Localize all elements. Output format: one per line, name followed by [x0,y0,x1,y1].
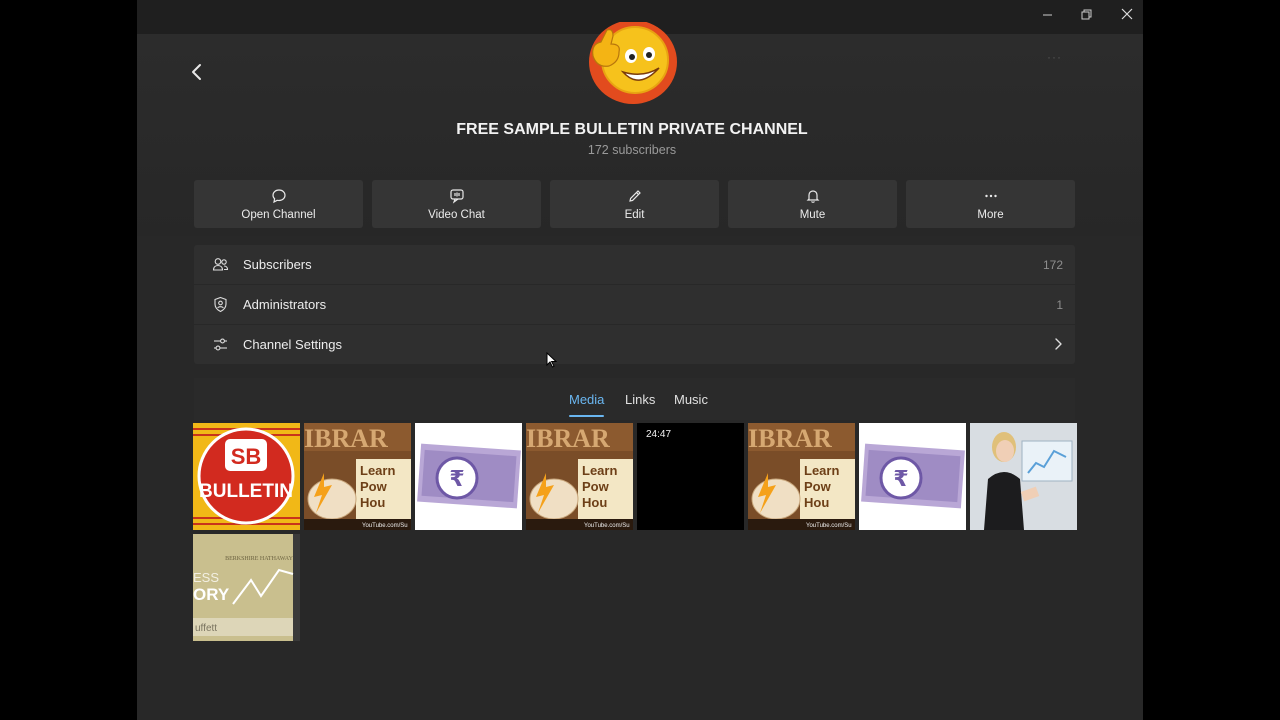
tab-music[interactable]: Music [674,392,708,407]
rupee-thumbnail: ₹ [859,423,966,530]
media-item[interactable]: ₹ [415,423,522,530]
presenter-photo-thumbnail [970,423,1077,530]
channel-info-list: Subscribers 172 Administrators 1 Channel… [194,245,1075,364]
library-line-1: Learn [360,463,395,478]
book-top-text: BERKSHIRE HATHAWAY [225,556,293,562]
minimize-button[interactable] [1027,0,1067,28]
rupee-symbol: ₹ [449,467,464,492]
more-label: More [977,208,1004,221]
administrators-value: 1 [1056,297,1063,312]
edit-button[interactable]: Edit [550,180,719,228]
bulletin-mark: SB [231,444,262,469]
library-line-1: Learn [582,463,617,478]
library-thumbnail: IBRAR Learn Pow Hou YouTube.com/Su [304,423,411,530]
channel-settings-row[interactable]: Channel Settings [194,325,1075,364]
shield-icon [214,296,227,313]
library-line-2: Pow [360,479,388,494]
library-footer: YouTube.com/Su [362,523,408,529]
restore-button[interactable] [1066,0,1106,28]
action-bar: Open Channel Video Chat Edit Mute More [194,180,1075,228]
library-line-3: Hou [582,495,607,510]
video-chat-label: Video Chat [428,208,485,221]
library-line-2: Pow [582,479,610,494]
active-tab-indicator [569,415,604,417]
subscribers-value: 172 [1042,257,1063,272]
tab-links[interactable]: Links [625,392,655,407]
channel-settings-label: Channel Settings [243,337,343,352]
library-line-2: Pow [804,479,832,494]
administrators-row[interactable]: Administrators 1 [194,285,1075,325]
library-footer: YouTube.com/Su [806,523,852,529]
sliders-icon [214,338,227,351]
video-chat-button[interactable]: Video Chat [372,180,541,228]
tab-media[interactable]: Media [569,392,604,407]
close-icon [1121,8,1133,20]
rupee-thumbnail: ₹ [415,423,522,530]
library-top-text: IBRAR [526,424,610,453]
bulletin-text: BULLETIN [199,481,293,502]
media-item[interactable]: SB BULLETIN [193,423,300,530]
more-button[interactable]: More [906,180,1075,228]
mute-button[interactable]: Mute [728,180,897,228]
media-item[interactable]: BERKSHIRE HATHAWAY ESS ORY uffett [193,534,300,641]
bell-icon [806,189,819,203]
channel-avatar[interactable] [587,22,679,108]
back-arrow-icon[interactable] [185,60,209,84]
subscribers-label: Subscribers [243,257,312,272]
open-channel-button[interactable]: Open Channel [194,180,363,228]
people-icon [212,258,229,271]
media-item[interactable]: IBRAR Learn Pow Hou YouTube.com/Su [526,423,633,530]
rupee-symbol: ₹ [893,467,908,492]
book-line-2: ORY [193,585,230,604]
subscriber-count: 172 subscribers [587,143,677,157]
restore-icon [1081,9,1091,19]
more-dots-icon [984,194,997,197]
library-top-text: IBRAR [748,424,832,453]
media-item[interactable]: 24:47 [637,423,744,530]
chevron-right-icon [1055,338,1062,350]
book-thumbnail: BERKSHIRE HATHAWAY ESS ORY uffett [193,534,300,641]
administrators-label: Administrators [243,297,327,312]
bulletin-logo-thumbnail: SB BULLETIN [193,423,300,530]
subscribers-row[interactable]: Subscribers 172 [194,245,1075,285]
library-top-text: IBRAR [304,424,388,453]
library-footer: YouTube.com/Su [584,523,630,529]
media-item[interactable] [970,423,1077,530]
library-thumbnail: IBRAR Learn Pow Hou YouTube.com/Su [526,423,633,530]
media-item[interactable]: IBRAR Learn Pow Hou YouTube.com/Su [748,423,855,530]
edit-label: Edit [624,208,645,221]
video-duration: 24:47 [646,429,672,440]
open-channel-label: Open Channel [241,208,316,221]
video-chat-icon [449,188,464,204]
faint-more-icon: ··· [1047,50,1062,64]
mouse-cursor-icon [546,352,558,368]
channel-title: FREE SAMPLE BULLETIN PRIVATE CHANNEL [456,121,808,138]
library-thumbnail: IBRAR Learn Pow Hou YouTube.com/Su [748,423,855,530]
media-tabs: Media Links Music [194,378,1075,420]
pencil-icon [628,189,641,202]
app-window: ··· FREE SAMPLE BULLETIN PRIVATE CHANNEL… [137,0,1143,720]
book-footer: uffett [195,623,217,634]
chat-bubble-icon [271,188,286,203]
book-line-1: ESS [193,570,219,585]
library-line-3: Hou [360,495,385,510]
library-line-3: Hou [804,495,829,510]
library-line-1: Learn [804,463,839,478]
minimize-icon [1042,14,1052,15]
media-item[interactable]: IBRAR Learn Pow Hou YouTube.com/Su [304,423,411,530]
media-item[interactable]: ₹ [859,423,966,530]
close-button[interactable] [1107,0,1143,28]
mute-label: Mute [799,208,826,221]
